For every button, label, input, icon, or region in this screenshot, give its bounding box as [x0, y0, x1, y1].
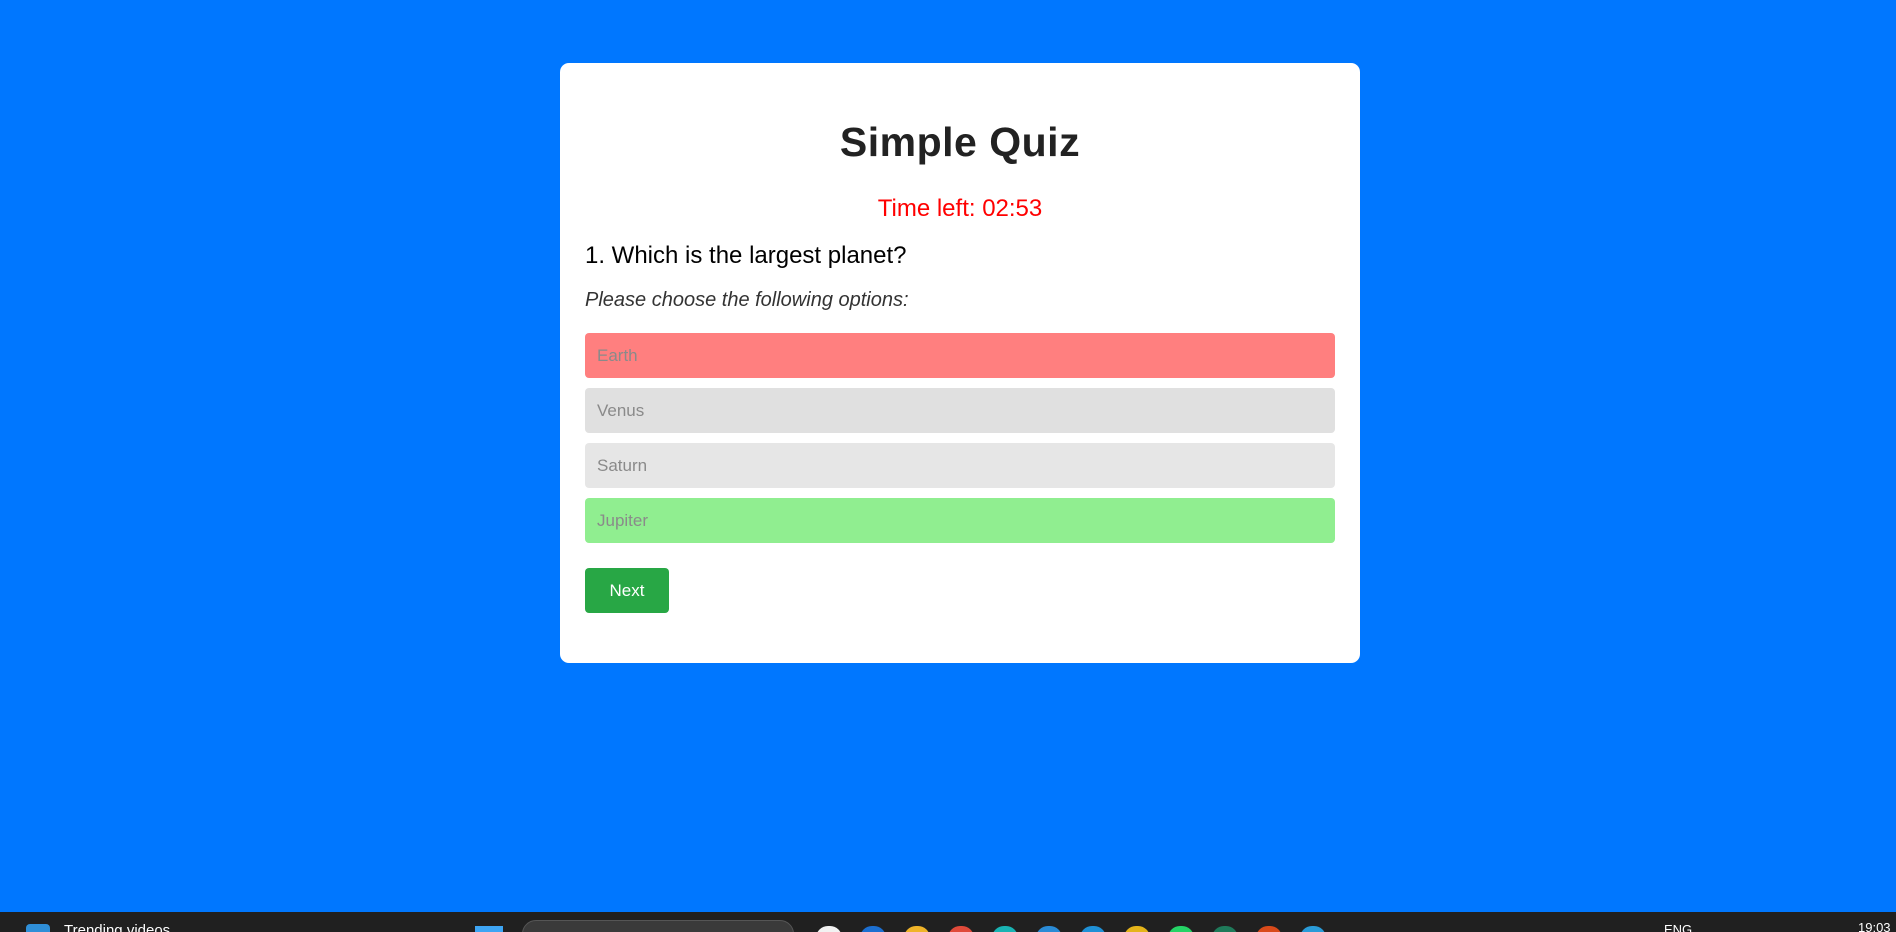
language-indicator[interactable]: ENG [1664, 922, 1692, 932]
recording-app-icon[interactable] [1256, 926, 1282, 932]
option-jupiter[interactable]: Jupiter [585, 498, 1335, 543]
green-app-icon[interactable] [1212, 926, 1238, 932]
question-text: 1. Which is the largest planet? [585, 242, 907, 269]
teal-app-icon[interactable] [992, 926, 1018, 932]
red-app-icon[interactable] [948, 926, 974, 932]
instruction-text: Please choose the following options: [585, 289, 909, 311]
taskbar-search-box[interactable] [522, 920, 794, 932]
option-venus[interactable]: Venus [585, 388, 1335, 433]
options-list: Earth Venus Saturn Jupiter [585, 333, 1335, 553]
option-earth[interactable]: Earth [585, 333, 1335, 378]
timer-text: Time left: 02:53 [877, 195, 1043, 222]
option-saturn[interactable]: Saturn [585, 443, 1335, 488]
quiz-card: Simple Quiz Time left: 02:53 1. Which is… [560, 63, 1360, 663]
whatsapp-app-icon[interactable] [1168, 926, 1194, 932]
weather-icon[interactable] [26, 924, 50, 932]
clock[interactable]: 19:03 [1858, 920, 1891, 932]
taskbar-widget-text[interactable]: Trending videos [64, 922, 170, 932]
windows-start-icon[interactable] [475, 926, 503, 932]
window-app-icon[interactable] [1080, 926, 1106, 932]
quiz-title: Simple Quiz [839, 119, 1081, 165]
next-button[interactable]: Next [585, 568, 669, 613]
blue-app-icon[interactable] [1036, 926, 1062, 932]
taskbar: Trending videos ENG 19:03 [0, 912, 1896, 932]
chrome-app-icon[interactable] [1124, 926, 1150, 932]
edge-app-icon[interactable] [860, 926, 886, 932]
file-explorer-icon[interactable] [904, 926, 930, 932]
vscode-app-icon[interactable] [1300, 926, 1326, 932]
store-app-icon[interactable] [816, 926, 842, 932]
